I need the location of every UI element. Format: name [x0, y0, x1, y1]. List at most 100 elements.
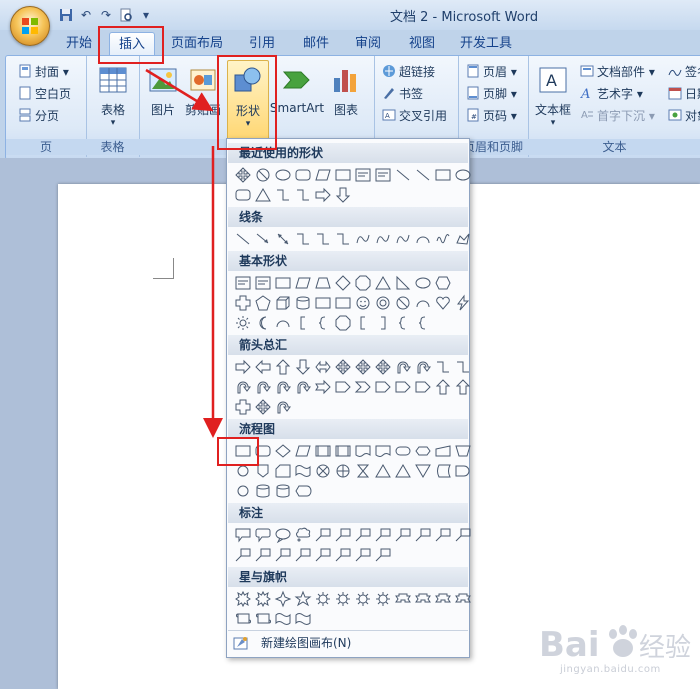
shape-fcDoc-icon[interactable]	[373, 441, 393, 461]
shape-fcExt-icon[interactable]	[393, 461, 413, 481]
bookmark-button[interactable]: 书签	[382, 84, 423, 104]
shape-bracket-icon[interactable]	[353, 313, 373, 333]
shape-line-icon[interactable]	[393, 165, 413, 185]
shape-aCurve-icon[interactable]	[273, 377, 293, 397]
shape-wave-icon[interactable]	[273, 609, 293, 629]
shape-burst-icon[interactable]	[233, 589, 253, 609]
shape-para-icon[interactable]	[293, 273, 313, 293]
shape-scroll-icon[interactable]	[233, 609, 253, 629]
shape-aCurve-icon[interactable]	[273, 397, 293, 417]
shape-callLine-icon[interactable]	[353, 545, 373, 565]
shape-callLine-icon[interactable]	[373, 545, 393, 565]
shape-fcTape-icon[interactable]	[293, 461, 313, 481]
shape-oct-icon[interactable]	[353, 273, 373, 293]
shape-aU-icon[interactable]	[273, 357, 293, 377]
shape-callRR-icon[interactable]	[253, 525, 273, 545]
page-break-button[interactable]: 分页	[18, 106, 59, 126]
shape-bracketR-icon[interactable]	[373, 313, 393, 333]
quick-parts-button[interactable]: 文档部件 ▾	[580, 62, 655, 82]
shape-scribble-icon[interactable]	[433, 229, 453, 249]
shape-callCloud-icon[interactable]	[293, 525, 313, 545]
shape-fcCollate-icon[interactable]	[353, 461, 373, 481]
clipart-button[interactable]: 剪贴画	[183, 64, 223, 118]
shape-callLine-icon[interactable]	[373, 525, 393, 545]
shape-oval-icon[interactable]	[453, 165, 473, 185]
shape-starN-icon[interactable]	[373, 589, 393, 609]
shape-line-icon[interactable]	[233, 229, 253, 249]
shape-star4-icon[interactable]	[273, 589, 293, 609]
shape-fcSum-icon[interactable]	[313, 461, 333, 481]
shape-aR-icon[interactable]	[313, 185, 333, 205]
shape-a4-icon[interactable]	[333, 357, 353, 377]
shape-rect-icon[interactable]	[273, 273, 293, 293]
shape-cross-icon[interactable]	[233, 397, 253, 417]
shape-oval-icon[interactable]	[273, 165, 293, 185]
shape-elbow-icon[interactable]	[273, 185, 293, 205]
shape-aU-icon[interactable]	[453, 377, 473, 397]
cover-page-button[interactable]: 封面 ▾	[18, 62, 69, 82]
shape-aD-icon[interactable]	[333, 185, 353, 205]
shape-fcDisk-icon[interactable]	[273, 481, 293, 501]
shape-noSym-icon[interactable]	[393, 293, 413, 313]
shape-fcData-icon[interactable]	[293, 441, 313, 461]
shape-pentArrow-icon[interactable]	[333, 377, 353, 397]
shape-starN-icon[interactable]	[333, 589, 353, 609]
object-button[interactable]: 对象	[668, 106, 700, 126]
shape-aCurve-icon[interactable]	[253, 377, 273, 397]
shape-callLine-icon[interactable]	[413, 525, 433, 545]
tab-page-layout[interactable]: 页面布局	[168, 32, 226, 55]
shape-callLine-icon[interactable]	[253, 545, 273, 565]
shape-fcTerm-icon[interactable]	[393, 441, 413, 461]
shape-rect-icon[interactable]	[433, 165, 453, 185]
shape-rtri-icon[interactable]	[393, 273, 413, 293]
shape-ribbon-icon[interactable]	[413, 589, 433, 609]
shape-textbox-icon[interactable]	[253, 273, 273, 293]
shape-a4-icon[interactable]	[353, 357, 373, 377]
shape-fcDisp-icon[interactable]	[293, 481, 313, 501]
shape-dblLine-icon[interactable]	[273, 229, 293, 249]
shape-rrect-icon[interactable]	[293, 165, 313, 185]
shape-aR-icon[interactable]	[233, 357, 253, 377]
shape-oval-icon[interactable]	[413, 273, 433, 293]
shape-freeform-icon[interactable]	[453, 229, 473, 249]
tab-insert[interactable]: 插入	[109, 32, 155, 56]
redo-icon[interactable]: ↷	[98, 7, 114, 23]
shape-curve-icon[interactable]	[373, 229, 393, 249]
shape-a4-icon[interactable]	[373, 357, 393, 377]
undo-icon[interactable]: ↶	[78, 7, 94, 23]
shape-callLine-icon[interactable]	[273, 545, 293, 565]
shape-dia-icon[interactable]	[333, 273, 353, 293]
shape-fcDec-icon[interactable]	[273, 441, 293, 461]
shape-a4-icon[interactable]	[253, 397, 273, 417]
shape-arc-icon[interactable]	[413, 293, 433, 313]
shape-burst-icon[interactable]	[253, 589, 273, 609]
shape-callLine-icon[interactable]	[393, 525, 413, 545]
shape-pentArrow-icon[interactable]	[393, 377, 413, 397]
shape-fcPre-icon[interactable]	[313, 441, 333, 461]
shape-wave-icon[interactable]	[293, 609, 313, 629]
smartart-button[interactable]: SmartArt	[269, 64, 325, 115]
shape-fcMerge-icon[interactable]	[413, 461, 433, 481]
cross-reference-button[interactable]: A 交叉引用	[382, 106, 447, 126]
shape-fcDisk-icon[interactable]	[253, 481, 273, 501]
shape-fcManOp-icon[interactable]	[453, 441, 473, 461]
tab-review[interactable]: 审阅	[348, 32, 388, 55]
shape-hex-icon[interactable]	[433, 273, 453, 293]
shape-ribbon-icon[interactable]	[453, 589, 473, 609]
shape-starN-icon[interactable]	[313, 589, 333, 609]
shape-brace-icon[interactable]	[413, 313, 433, 333]
shape-pent-icon[interactable]	[253, 293, 273, 313]
shape-fcConn-icon[interactable]	[233, 461, 253, 481]
shape-moon-icon[interactable]	[253, 313, 273, 333]
shape-smile-icon[interactable]	[353, 293, 373, 313]
shape-callRect-icon[interactable]	[233, 525, 253, 545]
shape-cube-icon[interactable]	[273, 293, 293, 313]
hyperlink-button[interactable]: 超链接	[382, 62, 435, 82]
shape-tri-icon[interactable]	[253, 185, 273, 205]
shape-oct-icon[interactable]	[333, 313, 353, 333]
shape-donut-icon[interactable]	[373, 293, 393, 313]
shape-fcOff-icon[interactable]	[253, 461, 273, 481]
signature-line-button[interactable]: 签名	[668, 62, 700, 82]
customize-qat-icon[interactable]: ▾	[138, 7, 154, 23]
shape-aLR-icon[interactable]	[313, 357, 333, 377]
